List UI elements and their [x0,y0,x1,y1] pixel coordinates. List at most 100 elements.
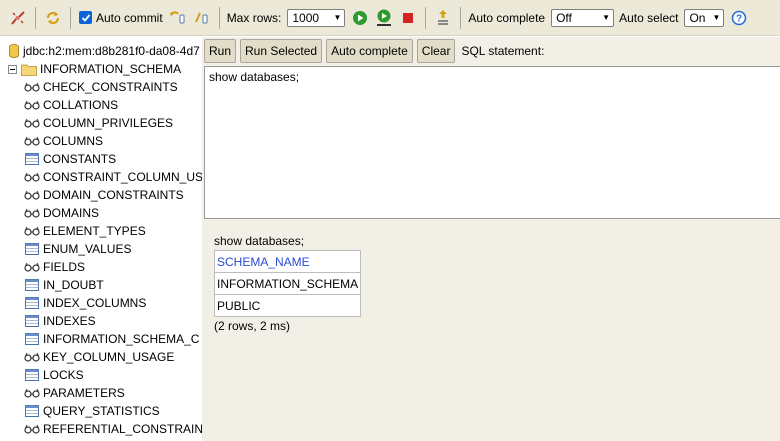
tree-connection-label: jdbc:h2:mem:d8b281f0-da08-4d7 [23,44,200,58]
folder-icon [21,62,37,76]
tree-item-label: REFERENTIAL_CONSTRAIN [43,422,202,436]
svg-text:?: ? [736,13,742,24]
results-area: show databases; SCHEMA_NAME INFORMATION_… [213,234,362,333]
view-icon [24,170,40,184]
max-rows-value: 1000 [292,10,320,25]
auto-complete-select[interactable]: Off ▼ [551,8,615,27]
auto-complete-button[interactable]: Auto complete [326,39,413,63]
history-icon[interactable] [433,8,453,28]
chevron-down-icon: ▼ [333,13,342,22]
table-row: PUBLIC [213,294,362,317]
tree-item[interactable]: ENUM_VALUES [24,240,131,258]
tree-item[interactable]: ELEMENT_TYPES [24,222,146,240]
tree-item-label: IN_DOUBT [43,278,104,292]
table-icon [24,404,40,418]
view-icon [24,260,40,274]
view-icon [24,422,40,436]
result-query-echo: show databases; [214,234,305,248]
table-icon [24,296,40,310]
result-header-row: SCHEMA_NAME [213,250,362,273]
tree-item-label: INFORMATION_SCHEMA_C [43,332,200,346]
view-icon [24,206,40,220]
result-table: SCHEMA_NAME INFORMATION_SCHEMA PUBLIC [213,250,362,317]
tree-item-label: ENUM_VALUES [43,242,132,256]
tree-item[interactable]: QUERY_STATISTICS [24,402,160,420]
toolbar-separator [218,6,220,29]
run-button[interactable]: Run [204,39,237,63]
clear-button[interactable]: Clear [416,39,456,63]
tree-item-label: FIELDS [43,260,86,274]
tree-item-label: CHECK_CONSTRAINTS [43,80,178,94]
toolbar-separator [425,6,427,29]
sql-editor-text: show databases; [209,70,300,84]
view-icon [24,386,40,400]
disconnect-icon[interactable] [8,8,28,28]
max-rows-label: Max rows: [226,10,282,25]
toolbar-separator [70,6,71,29]
query-panel: Run Run Selected Auto complete Clear SQL… [202,37,780,441]
view-icon [24,224,40,238]
tree-schema[interactable]: INFORMATION_SCHEMA [6,60,181,78]
refresh-icon[interactable] [43,8,63,28]
collapse-icon[interactable] [6,62,18,76]
chevron-down-icon: ▼ [602,13,611,22]
tree-item-label: COLUMN_PRIVILEGES [43,116,174,130]
database-icon [8,44,20,58]
tree-item-label: INDEXES [43,314,96,328]
tree-item-label: ELEMENT_TYPES [43,224,146,238]
table-icon [24,278,40,292]
tree-item[interactable]: CHECK_CONSTRAINTS [24,78,178,96]
run-selected-icon[interactable] [374,8,394,28]
rollback-icon[interactable] [168,8,188,28]
tree-item[interactable]: COLUMNS [24,132,103,150]
tree-item[interactable]: FIELDS [24,258,85,276]
auto-commit-checkbox[interactable] [79,11,92,24]
tree-item[interactable]: INFORMATION_SCHEMA_C [24,330,199,348]
result-info: (2 rows, 2 ms) [214,319,291,333]
result-cell: INFORMATION_SCHEMA [213,272,362,295]
help-icon[interactable]: ? [729,8,749,28]
tree-item[interactable]: INDEX_COLUMNS [24,294,146,312]
sql-statement-label: SQL statement: [461,44,545,58]
auto-select-value: On [689,10,706,25]
stop-icon[interactable] [398,8,418,28]
toolbar: Auto commit Max rows: 1000 ▼ Auto comple… [0,0,780,36]
tree-item-label: DOMAIN_CONSTRAINTS [43,188,184,202]
tree-item[interactable]: INDEXES [24,312,96,330]
tree-item-label: KEY_COLUMN_USAGE [43,350,175,364]
tree-item-label: CONSTANTS [43,152,117,166]
toolbar-separator [460,6,462,29]
tree-item[interactable]: CONSTRAINT_COLUMN_US [24,168,202,186]
auto-select-select[interactable]: On ▼ [684,8,725,27]
table-icon [24,152,40,166]
table-icon [24,332,40,346]
tree-item[interactable]: PARAMETERS [24,384,125,402]
max-rows-select[interactable]: 1000 ▼ [287,8,346,27]
tree-item[interactable]: DOMAINS [24,204,99,222]
tree-item[interactable]: COLLATIONS [24,96,118,114]
tree-item-label: COLLATIONS [43,98,119,112]
result-column-header[interactable]: SCHEMA_NAME [213,250,362,273]
view-icon [24,98,40,112]
tree-item-label: PARAMETERS [43,386,125,400]
tree-item[interactable]: KEY_COLUMN_USAGE [24,348,174,366]
tree-item[interactable]: LOCKS [24,366,84,384]
tree-item[interactable]: REFERENTIAL_CONSTRAIN [24,420,202,438]
sql-editor[interactable]: show databases; [204,66,780,219]
chevron-down-icon: ▼ [712,13,721,22]
tree-item-label: QUERY_STATISTICS [43,404,160,418]
tree-item-label: CONSTRAINT_COLUMN_US [43,170,202,184]
table-icon [24,314,40,328]
run-icon[interactable] [350,8,370,28]
tree-item[interactable]: COLUMN_PRIVILEGES [24,114,173,132]
view-icon [24,134,40,148]
table-icon [24,368,40,382]
tree-connection[interactable]: jdbc:h2:mem:d8b281f0-da08-4d7 [8,42,200,60]
tree-item[interactable]: CONSTANTS [24,150,116,168]
tree-item[interactable]: DOMAIN_CONSTRAINTS [24,186,184,204]
view-icon [24,350,40,364]
auto-select-label: Auto select [619,10,679,25]
commit-icon[interactable] [192,8,212,28]
run-selected-button[interactable]: Run Selected [240,39,323,63]
tree-item[interactable]: IN_DOUBT [24,276,104,294]
